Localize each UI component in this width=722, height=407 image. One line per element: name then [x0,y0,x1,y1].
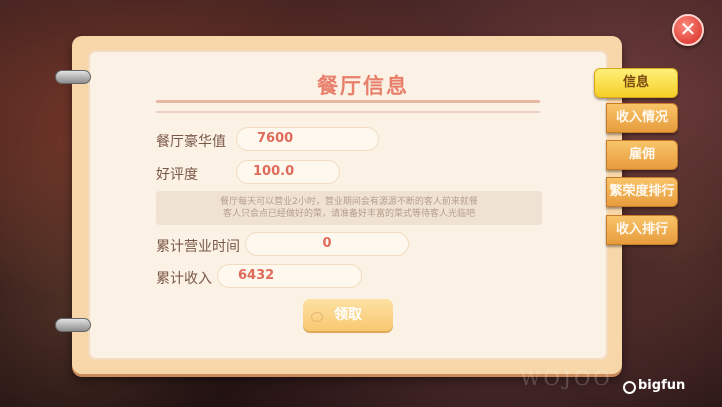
tab-info[interactable]: 信息 [594,68,678,98]
binder-ring-icon [55,318,91,332]
hours-value: 0 [245,232,409,256]
income-value: 6432 [217,264,362,288]
rating-value: 100.0 [236,160,340,184]
watermark-text: WOJOO [520,366,613,390]
luxury-value: 7600 [236,127,379,151]
income-label: 累计收入 [156,271,212,287]
info-note-line: 餐厅每天可以营业2小时，营业期间会有源源不断的客人前来就餐 [220,197,478,207]
claim-button-label: 领取 [334,307,362,323]
bigfun-logo-icon [623,381,636,394]
info-note: 餐厅每天可以营业2小时，营业期间会有源源不断的客人前来就餐 客人只会点已经做好的… [156,191,542,225]
luxury-label: 餐厅豪华值 [156,134,226,150]
close-icon: ✕ [679,17,697,41]
title-divider [156,100,540,103]
rating-label: 好评度 [156,167,198,183]
title-divider [156,111,540,113]
claim-button[interactable]: 领取 [303,299,393,331]
hours-label: 累计营业时间 [156,239,240,255]
tab-income[interactable]: 收入情况 [606,103,678,133]
tab-prosperity-rank[interactable]: 繁荣度排行 [606,177,678,207]
tab-income-rank[interactable]: 收入排行 [606,215,678,245]
paw-icon [311,312,323,322]
brand-watermark: bigfun [638,378,686,393]
tab-hire[interactable]: 雇佣 [606,140,678,170]
info-note-line: 客人只会点已经做好的菜，请准备好丰富的菜式等待客人光临吧 [222,209,475,219]
close-button[interactable]: ✕ [672,14,704,46]
